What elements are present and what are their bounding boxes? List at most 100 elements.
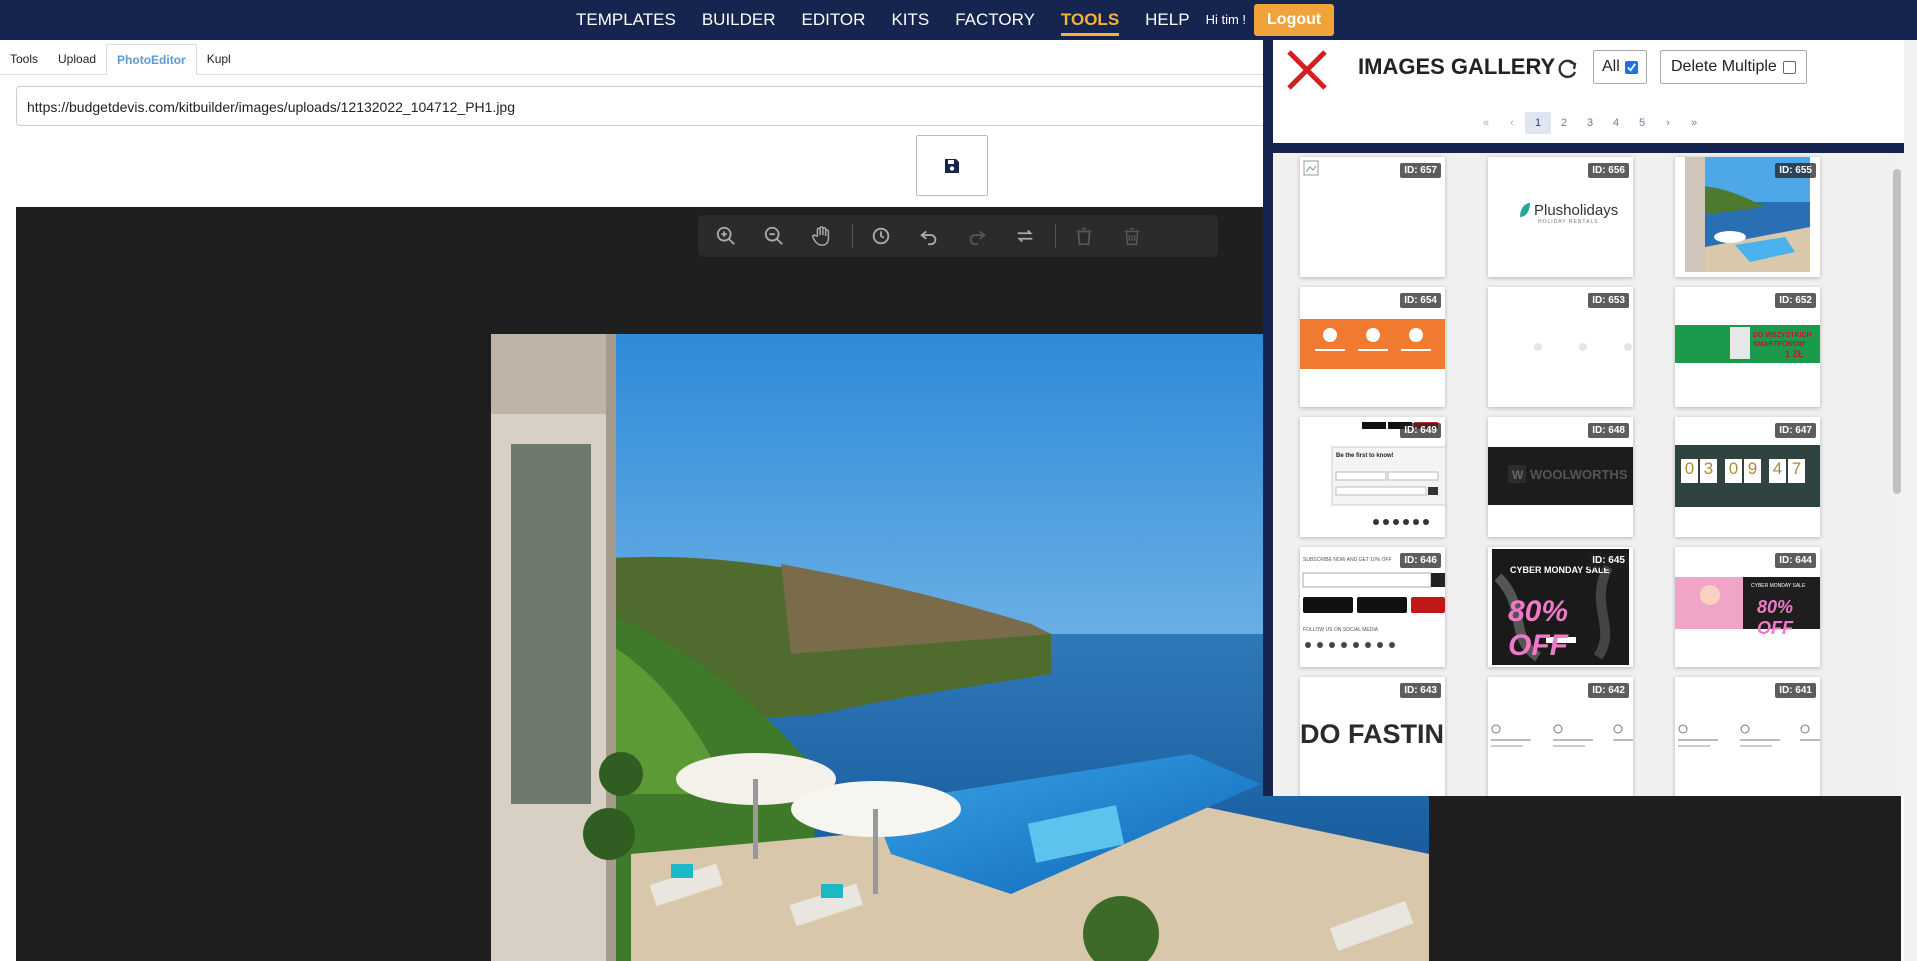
countdown-digits: 0 3 0 9 4 7 xyxy=(1681,459,1805,483)
svg-text:DO WSZYSTKICH: DO WSZYSTKICH xyxy=(1753,332,1812,339)
thumb-sale-pink-title: CYBER MONDAY SALE xyxy=(1751,583,1806,589)
image-id-badge: ID: 654 xyxy=(1400,293,1441,308)
gallery-item[interactable]: 0 3 0 9 4 7 ID: 647 xyxy=(1675,417,1820,537)
image-id-badge: ID: 656 xyxy=(1588,163,1629,178)
delete-multiple-label: Delete Multiple xyxy=(1671,58,1777,75)
gallery-item[interactable]: Plusholidays HOLIDAY RENTALS ID: 656 xyxy=(1488,157,1633,277)
image-id-badge: ID: 648 xyxy=(1588,423,1629,438)
nav-item-tools[interactable]: TOOLS xyxy=(1060,0,1120,40)
zoom-out-icon[interactable] xyxy=(756,218,792,254)
select-all-checkbox[interactable] xyxy=(1624,60,1638,74)
user-greeting: Hi tim ! xyxy=(1205,12,1247,27)
nav-item-kits[interactable]: KITS xyxy=(891,0,929,40)
delete-multiple-toggle[interactable]: Delete Multiple xyxy=(1660,50,1807,84)
gallery-item[interactable]: ID: 641 xyxy=(1675,677,1820,796)
gallery-scrollbar[interactable] xyxy=(1890,153,1904,796)
nav-item-templates[interactable]: TEMPLATES xyxy=(576,0,676,40)
gallery-item[interactable]: SUBSCRIBE NOW AND GET 10% OFF FOLLOW US … xyxy=(1300,547,1445,667)
image-id-badge: ID: 657 xyxy=(1400,163,1441,178)
gallery-item[interactable]: ID: 657 xyxy=(1300,157,1445,277)
prev-page-button[interactable]: ‹ xyxy=(1499,112,1525,134)
gallery-item[interactable]: ID: 653 xyxy=(1488,287,1633,407)
thumb-sale-pink-value: 80% OFF xyxy=(1757,597,1794,638)
tab-photoeditor[interactable]: PhotoEditor xyxy=(106,44,197,75)
editor-tabs: Tools Upload PhotoEditor Kupl xyxy=(0,44,1280,75)
countdown-digit: 0 xyxy=(1681,459,1698,483)
thumb-logo: Plusholidays xyxy=(1518,201,1618,219)
image-id-badge: ID: 642 xyxy=(1588,683,1629,698)
gallery-scroll-thumb[interactable] xyxy=(1893,169,1901,494)
toolbar-divider xyxy=(852,224,853,248)
gallery-divider xyxy=(1273,143,1904,153)
redo-icon[interactable] xyxy=(959,218,995,254)
page-button-5[interactable]: 5 xyxy=(1629,112,1655,134)
close-icon[interactable] xyxy=(1285,48,1329,92)
logout-button[interactable]: Logout xyxy=(1254,4,1335,36)
page-button-3[interactable]: 3 xyxy=(1577,112,1603,134)
gallery-item[interactable]: ID: 654 xyxy=(1300,287,1445,407)
svg-text:1 ZŁ: 1 ZŁ xyxy=(1785,349,1804,359)
image-id-badge: ID: 649 xyxy=(1400,423,1441,438)
first-page-button[interactable]: « xyxy=(1473,112,1499,134)
select-all-label: All xyxy=(1602,58,1620,75)
last-page-button[interactable]: » xyxy=(1681,112,1707,134)
svg-text:SMARTFONÓW: SMARTFONÓW xyxy=(1753,339,1805,348)
image-id-badge: ID: 641 xyxy=(1775,683,1816,698)
nav-item-editor[interactable]: EDITOR xyxy=(802,0,866,40)
image-id-badge: ID: 655 xyxy=(1775,163,1816,178)
gallery-item[interactable]: ID: 642 xyxy=(1488,677,1633,796)
delete-icon[interactable] xyxy=(1066,218,1102,254)
tab-kupl[interactable]: Kupl xyxy=(197,44,241,74)
thumb-logo-sub: HOLIDAY RENTALS xyxy=(1538,219,1599,225)
gallery-item[interactable]: CYBER MONDAY SALE 80% OFF ID: 645 xyxy=(1488,547,1633,667)
gallery-item[interactable]: DO WSZYSTKICH SMARTFONÓW 1 ZŁ ID: 652 xyxy=(1675,287,1820,407)
toolbar-divider xyxy=(1055,224,1056,248)
nav-menu: TEMPLATES BUILDER EDITOR KITS FACTORY TO… xyxy=(576,0,1335,40)
image-id-badge: ID: 645 xyxy=(1588,553,1629,568)
gallery-item[interactable]: CYBER MONDAY SALE 80% OFF ID: 644 xyxy=(1675,547,1820,667)
gallery-pagination: « ‹ 1 2 3 4 5 › » xyxy=(1473,112,1707,134)
next-page-button[interactable]: › xyxy=(1655,112,1681,134)
save-button[interactable] xyxy=(916,135,988,196)
countdown-digit: 3 xyxy=(1700,459,1717,483)
thumb-logo-text: Plusholidays xyxy=(1534,201,1619,219)
thumb-form-title: Be the first to know! xyxy=(1336,453,1394,459)
gallery-title: IMAGES GALLERY xyxy=(1358,54,1556,79)
page-button-1[interactable]: 1 xyxy=(1525,112,1551,134)
reset-icon[interactable] xyxy=(1007,218,1043,254)
countdown-digit: 7 xyxy=(1788,459,1805,483)
image-url-field[interactable]: https://budgetdevis.com/kitbuilder/image… xyxy=(16,86,1316,126)
image-id-badge: ID: 653 xyxy=(1588,293,1629,308)
zoom-in-icon[interactable] xyxy=(708,218,744,254)
gallery-item[interactable]: Be the first to know! ID: 649 xyxy=(1300,417,1445,537)
save-icon xyxy=(945,158,959,173)
hand-icon[interactable] xyxy=(804,218,840,254)
image-id-badge: ID: 647 xyxy=(1775,423,1816,438)
image-id-badge: ID: 652 xyxy=(1775,293,1816,308)
undo-icon[interactable] xyxy=(911,218,947,254)
top-navbar: TEMPLATES BUILDER EDITOR KITS FACTORY TO… xyxy=(0,0,1917,40)
history-icon[interactable] xyxy=(863,218,899,254)
thumb-sale-value: 80% OFF xyxy=(1508,595,1569,662)
page-button-2[interactable]: 2 xyxy=(1551,112,1577,134)
gallery-item[interactable]: W WOOLWORTHS ID: 648 xyxy=(1488,417,1633,537)
page-scrollbar[interactable] xyxy=(1904,40,1917,961)
refresh-icon[interactable] xyxy=(1557,58,1579,80)
thumb-fasting-text: DO FASTING xyxy=(1300,719,1445,749)
gallery-header: IMAGES GALLERY All Delete Multiple « ‹ 1… xyxy=(1273,40,1904,144)
select-all-toggle[interactable]: All xyxy=(1593,50,1647,84)
gallery-item[interactable]: DO FASTING ID: 643 xyxy=(1300,677,1445,796)
tab-upload[interactable]: Upload xyxy=(48,44,106,74)
countdown-digit: 9 xyxy=(1744,459,1761,483)
delete-all-icon[interactable] xyxy=(1114,218,1150,254)
gallery-item[interactable]: ID: 655 xyxy=(1675,157,1820,277)
image-id-badge: ID: 643 xyxy=(1400,683,1441,698)
nav-item-factory[interactable]: FACTORY xyxy=(955,0,1035,40)
delete-multiple-checkbox[interactable] xyxy=(1782,60,1796,74)
images-gallery-panel: IMAGES GALLERY All Delete Multiple « ‹ 1… xyxy=(1263,40,1904,796)
image-id-badge: ID: 646 xyxy=(1400,553,1441,568)
page-button-4[interactable]: 4 xyxy=(1603,112,1629,134)
nav-item-builder[interactable]: BUILDER xyxy=(702,0,776,40)
tab-tools[interactable]: Tools xyxy=(0,44,48,74)
nav-item-help[interactable]: HELP xyxy=(1145,0,1189,40)
